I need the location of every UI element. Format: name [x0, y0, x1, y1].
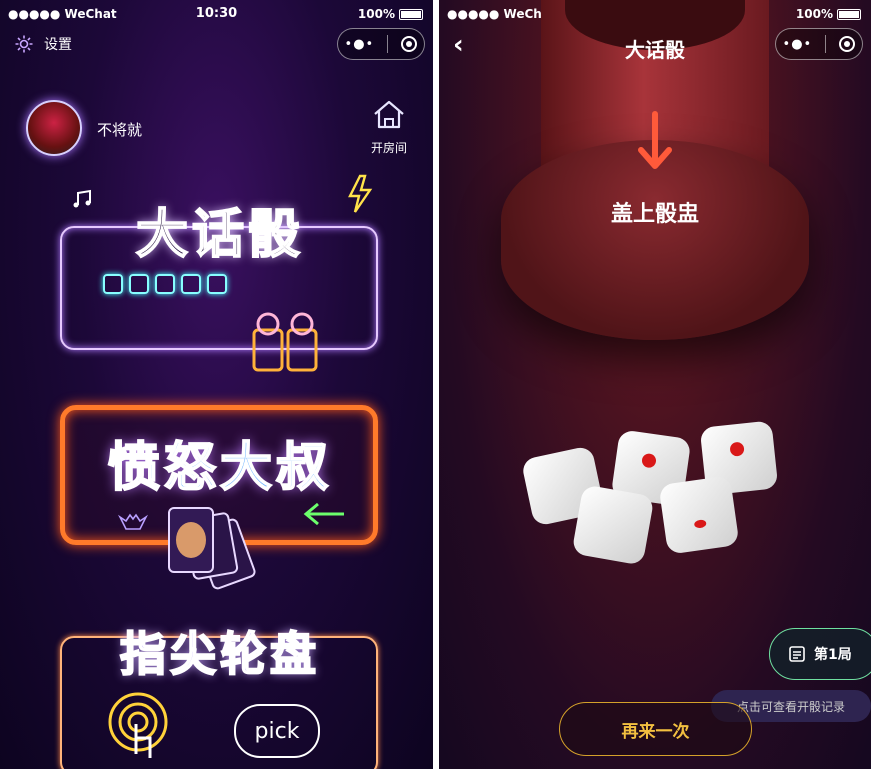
dice-group — [520, 420, 787, 574]
gear-icon — [15, 35, 33, 53]
mini-program-capsule: •●• — [775, 28, 863, 60]
pick-label: pick — [254, 718, 300, 744]
avatar[interactable] — [26, 100, 82, 156]
round-badge[interactable]: 第1局 — [769, 628, 871, 680]
settings-button[interactable]: 设置 — [14, 34, 72, 54]
finger-tap-icon — [108, 692, 168, 758]
username: 不将就 — [97, 121, 143, 139]
lightning-icon — [348, 174, 373, 213]
game-card-dice[interactable]: 大话骰 — [60, 174, 378, 372]
battery-indicator: 100% — [358, 7, 423, 21]
bat-icon — [118, 513, 148, 530]
open-room-label: 开房间 — [370, 141, 407, 155]
battery-percent: 100% — [357, 7, 395, 21]
battery-icon — [837, 8, 861, 20]
die — [571, 484, 655, 566]
arrow-left-icon — [303, 502, 344, 526]
close-miniprogram-icon[interactable] — [839, 36, 856, 52]
game-title-angry-uncle: 愤怒大叔 — [107, 437, 332, 499]
round-label: 第1局 — [814, 647, 852, 663]
arrow-down-icon — [638, 111, 672, 169]
game-title-dice: 大话骰 — [135, 204, 304, 266]
mini-program-capsule: •●• — [337, 28, 425, 60]
open-room-button[interactable]: 开房间 — [366, 96, 412, 156]
instruction-text: 盖上骰盅 — [610, 202, 699, 227]
battery-icon — [399, 8, 423, 20]
music-note-icon — [73, 189, 91, 208]
play-again-button[interactable]: 再来一次 — [559, 702, 752, 756]
uncle-face-icon — [168, 507, 214, 573]
dice-game-screen: ●●●●● WeChat 10:30 100% ‹ 大话骰 •●• 盖上骰盅 — [439, 0, 871, 769]
status-bar: ●●●●● WeChat 10:30 100% — [0, 0, 433, 30]
settings-label: 设置 — [44, 37, 72, 53]
game-title-roulette: 指尖轮盘 — [119, 626, 320, 682]
pick-bubble: pick — [234, 704, 320, 758]
calendar-icon — [789, 646, 805, 662]
beer-mugs-icon — [252, 312, 318, 372]
more-icon[interactable]: •●• — [783, 37, 813, 52]
playing-cards-icon — [168, 507, 260, 591]
game-lobby-screen: ●●●●● WeChat 10:30 100% 设置 •●• 不将就 开房间 大… — [0, 0, 433, 769]
dice-row-icon — [100, 274, 230, 298]
game-card-roulette[interactable]: 指尖轮盘 pick — [60, 618, 378, 769]
die — [658, 475, 740, 555]
close-miniprogram-icon[interactable] — [401, 36, 418, 52]
house-icon — [374, 100, 404, 129]
more-icon[interactable]: •●• — [345, 37, 375, 52]
game-card-angry-uncle[interactable]: 愤怒大叔 — [60, 405, 378, 591]
